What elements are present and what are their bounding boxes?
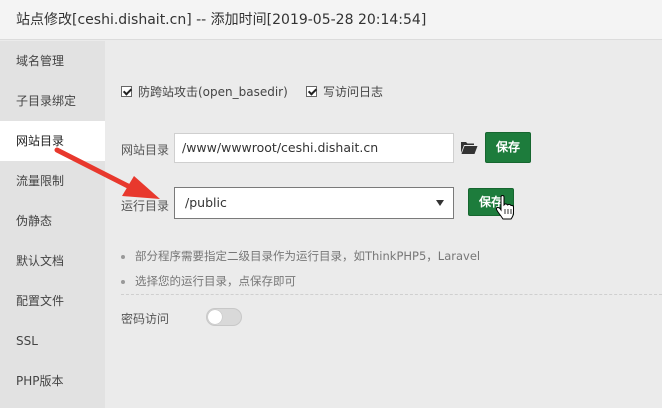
main-panel: 防跨站攻击(open_basedir) 写访问日志 网站目录 /www/wwwr… [105,41,662,408]
sidebar-item-site-dir[interactable]: 网站目录 [0,121,105,161]
access-log-label: 写访问日志 [323,84,384,99]
sidebar-item-subdir-bind[interactable]: 子目录绑定 [0,81,105,121]
hand-cursor-icon [495,195,514,220]
site-dir-save-button[interactable]: 保存 [485,132,531,163]
sidebar-item-domain[interactable]: 域名管理 [0,41,105,81]
sidebar-item-php-version[interactable]: PHP版本 [0,361,105,401]
sidebar-item-rewrite[interactable]: 伪静态 [0,201,105,241]
site-dir-input[interactable]: /www/wwwroot/ceshi.dishait.cn [174,133,454,163]
note-item: 选择您的运行目录，点保存即可 [121,273,296,289]
note-text: 选择您的运行目录，点保存即可 [135,274,296,288]
toggle-knob [208,310,222,324]
run-dir-select[interactable]: /public [174,187,454,219]
sidebar-item-default-doc[interactable]: 默认文档 [0,241,105,281]
anti-xss-checkbox[interactable] [121,85,132,97]
site-dir-label: 网站目录 [121,143,170,157]
password-access-toggle[interactable] [206,308,242,326]
bullet-icon [121,279,125,284]
chevron-down-icon [436,200,444,206]
folder-open-icon[interactable] [460,140,478,155]
run-dir-selected-value: /public [185,195,227,210]
sidebar-item-traffic-limit[interactable]: 流量限制 [0,161,105,201]
password-access-label: 密码访问 [121,312,170,326]
sidebar-item-config-file[interactable]: 配置文件 [0,281,105,321]
bullet-icon [121,254,125,259]
window-title: 站点修改[ceshi.dishait.cn] -- 添加时间[2019-05-2… [0,0,662,40]
access-log-checkbox[interactable] [306,85,317,97]
divider [121,294,662,295]
anti-xss-label: 防跨站攻击(open_basedir) [138,84,288,99]
note-item: 部分程序需要指定二级目录作为运行目录，如ThinkPHP5，Laravel [121,248,480,264]
sidebar-item-ssl[interactable]: SSL [0,321,105,361]
run-dir-label: 运行目录 [121,199,170,213]
sidebar: 域名管理 子目录绑定 网站目录 流量限制 伪静态 默认文档 配置文件 SSL P… [0,41,105,408]
note-text: 部分程序需要指定二级目录作为运行目录，如ThinkPHP5，Laravel [135,249,481,263]
anti-xss-option[interactable]: 防跨站攻击(open_basedir) [121,83,288,99]
access-log-option[interactable]: 写访问日志 [306,83,383,99]
